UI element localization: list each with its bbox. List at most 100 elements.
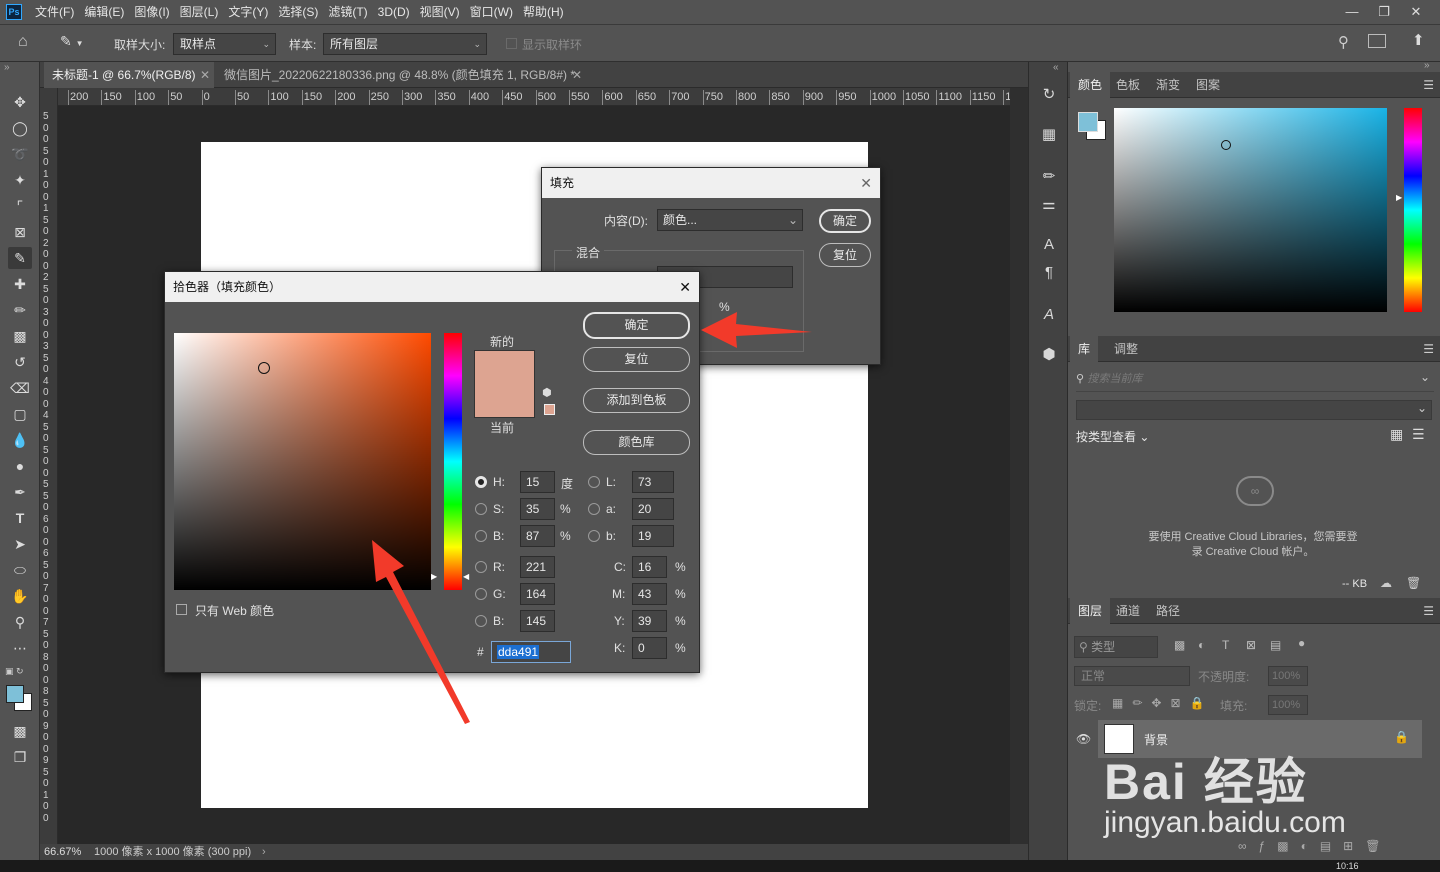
shape-tool-icon[interactable]: ⬭: [8, 559, 32, 581]
radio-a[interactable]: [588, 503, 600, 515]
library-search[interactable]: ⚲ 搜索当前库 ⌄: [1076, 370, 1434, 392]
menu-edit[interactable]: 编辑(E): [79, 0, 129, 24]
list-view-icon[interactable]: ☰: [1412, 426, 1425, 443]
frame-tool-icon[interactable]: ⊠: [8, 221, 32, 243]
add-to-swatches-button[interactable]: 添加到色板: [583, 388, 690, 413]
panel-menu-icon[interactable]: ☰: [1423, 342, 1434, 356]
share-icon[interactable]: ⬆: [1412, 31, 1425, 49]
sample-select[interactable]: 所有图层 ⌄: [323, 33, 487, 55]
content-select[interactable]: 颜色... ⌄: [657, 209, 803, 231]
g-input[interactable]: 164: [520, 583, 555, 605]
lock-icons[interactable]: ▦✏✥⊠🔒: [1112, 696, 1213, 710]
tab-swatches[interactable]: 色板: [1108, 72, 1148, 98]
tab-patterns[interactable]: 图案: [1188, 72, 1228, 98]
crop-tool-icon[interactable]: ⌜: [8, 195, 32, 217]
tab-gradients[interactable]: 渐变: [1148, 72, 1188, 98]
blue-input[interactable]: 145: [520, 610, 555, 632]
tab-color[interactable]: 颜色: [1070, 72, 1111, 98]
hue-strip[interactable]: [444, 333, 462, 590]
lasso-tool-icon[interactable]: ➰: [8, 143, 32, 165]
cloud-sync-icon[interactable]: ☁: [1380, 576, 1392, 590]
menu-window[interactable]: 窗口(W): [465, 0, 518, 24]
tab-layers[interactable]: 图层: [1070, 598, 1111, 624]
panel-fg-swatch[interactable]: [1078, 112, 1098, 132]
screen-mode-icon[interactable]: ❐: [8, 746, 32, 768]
eyedropper-preset-icon[interactable]: ✎ ▼: [60, 33, 96, 53]
hue-left-arrow[interactable]: ▶: [431, 572, 437, 581]
filter-toggle-icon[interactable]: ●: [1298, 636, 1305, 650]
paragraph-icon[interactable]: ¶: [1037, 262, 1061, 284]
collapse-right-icon[interactable]: »: [1424, 60, 1430, 71]
default-colors-icon[interactable]: ▣ ↻: [5, 666, 24, 677]
zoom-tool-icon[interactable]: ⚲: [8, 611, 32, 633]
glyphs-icon[interactable]: A: [1037, 304, 1061, 326]
color-libraries-button[interactable]: 颜色库: [583, 430, 690, 455]
tab-channels[interactable]: 通道: [1108, 598, 1148, 624]
brush-settings-icon[interactable]: ✏: [1037, 166, 1061, 188]
b-input[interactable]: 87: [520, 525, 555, 547]
close-window-icon[interactable]: ✕: [1400, 2, 1432, 22]
s-input[interactable]: 35: [520, 498, 555, 520]
stamp-tool-icon[interactable]: ▩: [8, 325, 32, 347]
m-input[interactable]: 43: [632, 583, 667, 605]
sample-size-select[interactable]: 取样点 ⌄: [173, 33, 276, 55]
move-tool-icon[interactable]: ✥: [8, 91, 32, 113]
magic-wand-tool-icon[interactable]: ✦: [8, 169, 32, 191]
foreground-color-swatch[interactable]: [6, 685, 24, 703]
menu-file[interactable]: 文件(F): [30, 0, 79, 24]
chevron-down-icon[interactable]: ⌄: [1420, 370, 1430, 384]
home-icon[interactable]: ⌂: [18, 33, 38, 53]
fill-ok-button[interactable]: 确定: [819, 209, 871, 233]
minimize-icon[interactable]: —: [1336, 2, 1368, 22]
fill-reset-button[interactable]: 复位: [819, 243, 871, 267]
filter-type-icon[interactable]: T: [1222, 638, 1229, 652]
tab-adjustments[interactable]: 调整: [1106, 336, 1146, 362]
adjust-sliders-icon[interactable]: ⚌: [1037, 194, 1061, 216]
tab-libraries[interactable]: 库: [1070, 336, 1099, 362]
close-icon[interactable]: ✕: [860, 168, 872, 198]
filter-adjustment-icon[interactable]: ◐: [1198, 638, 1205, 652]
3d-scene-icon[interactable]: ▦: [1037, 124, 1061, 146]
menu-layer[interactable]: 图层(L): [175, 0, 224, 24]
eraser-tool-icon[interactable]: ⌫: [8, 377, 32, 399]
blend-mode-select[interactable]: 正常: [1074, 666, 1190, 686]
pen-tool-icon[interactable]: ✒: [8, 481, 32, 503]
path-selection-tool-icon[interactable]: ➤: [8, 533, 32, 555]
hue-right-arrow[interactable]: ◀: [463, 572, 469, 581]
show-ring-checkbox[interactable]: [506, 38, 517, 49]
gamut-cube-icon[interactable]: ⬢: [542, 386, 552, 399]
web-safe-swatch[interactable]: [544, 404, 555, 415]
color-field[interactable]: [1114, 108, 1387, 312]
a-input[interactable]: 20: [632, 498, 674, 520]
tab-wechat-image[interactable]: 微信图片_20220622180336.png @ 48.8% (颜色填充 1,…: [216, 62, 586, 88]
3d-cube-icon[interactable]: ⬢: [1037, 344, 1061, 366]
character-icon[interactable]: A: [1037, 234, 1061, 256]
menu-filter[interactable]: 滤镜(T): [323, 0, 372, 24]
search-icon[interactable]: ⚲: [1338, 33, 1349, 51]
radio-l[interactable]: [588, 476, 600, 488]
chevron-right-icon[interactable]: ›: [262, 844, 266, 860]
library-select[interactable]: ⌄: [1076, 400, 1432, 420]
close-tab-icon[interactable]: ✕: [200, 62, 210, 88]
hex-input[interactable]: dda491: [491, 641, 571, 663]
history-brush-tool-icon[interactable]: ↺: [8, 351, 32, 373]
layer-filter-select[interactable]: ⚲ 类型: [1074, 636, 1158, 658]
saturation-brightness-field[interactable]: [174, 333, 431, 590]
opacity-input[interactable]: 100%: [1268, 666, 1308, 686]
panel-menu-icon[interactable]: ☰: [1423, 78, 1434, 92]
radio-blue[interactable]: [475, 615, 487, 627]
menu-3d[interactable]: 3D(D): [373, 0, 415, 24]
close-icon[interactable]: ✕: [679, 272, 691, 302]
lab-b-input[interactable]: 19: [632, 525, 674, 547]
tab-paths[interactable]: 路径: [1148, 598, 1188, 624]
radio-h[interactable]: [475, 476, 487, 488]
menu-type[interactable]: 文字(Y): [223, 0, 273, 24]
tab-untitled-1[interactable]: 未标题-1 @ 66.7%(RGB/8) ✕: [44, 62, 214, 88]
healing-brush-tool-icon[interactable]: ✚: [8, 273, 32, 295]
current-color-swatch[interactable]: [474, 384, 535, 418]
quick-mask-icon[interactable]: ▩: [8, 720, 32, 742]
radio-g[interactable]: [475, 588, 487, 600]
fill-input[interactable]: 100%: [1268, 695, 1308, 715]
menu-view[interactable]: 视图(V): [415, 0, 465, 24]
menu-image[interactable]: 图像(I): [129, 0, 174, 24]
